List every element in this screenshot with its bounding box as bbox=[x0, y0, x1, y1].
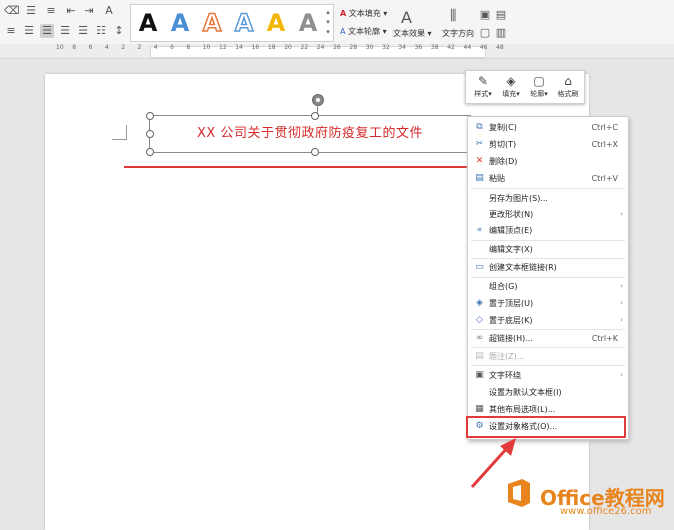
annotation-arrow bbox=[470, 438, 516, 489]
arrow-shaft bbox=[470, 445, 510, 489]
office-logo-icon bbox=[508, 479, 530, 507]
brand-url: www.office26.com bbox=[560, 506, 652, 517]
